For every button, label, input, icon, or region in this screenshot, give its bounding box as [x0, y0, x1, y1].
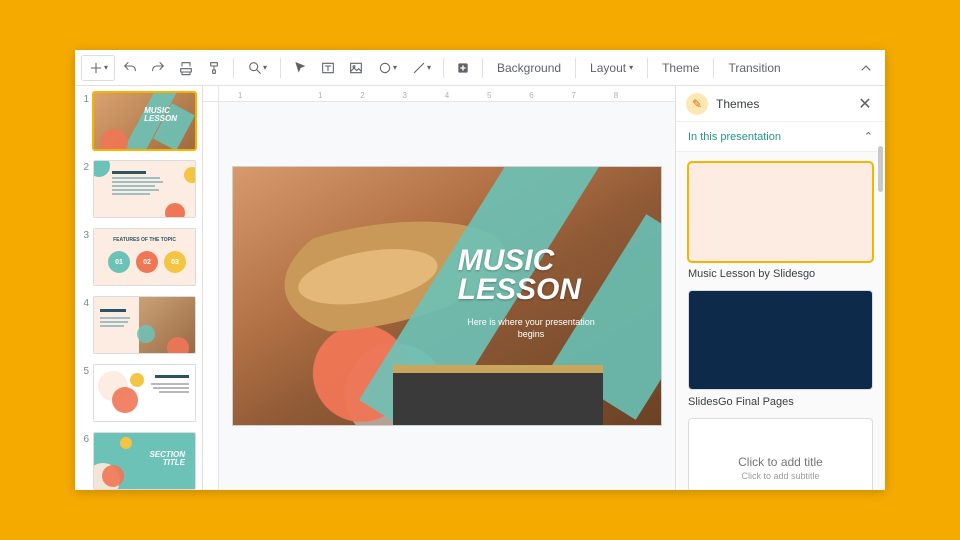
- layout-button[interactable]: Layout▾: [582, 55, 641, 81]
- slide-number: 3: [79, 228, 89, 241]
- transition-label: Transition: [728, 61, 780, 75]
- theme-button[interactable]: Theme: [654, 55, 707, 81]
- slide-thumbnail[interactable]: 6 SECTION TITLE: [79, 432, 196, 490]
- print-button[interactable]: [173, 55, 199, 81]
- slide-number: 2: [79, 160, 89, 173]
- thumb-title-2: LESSON: [144, 114, 177, 123]
- theme-placeholder-subtitle: Click to add subtitle: [741, 471, 819, 481]
- textbox-tool[interactable]: [315, 55, 341, 81]
- collapse-toolbar-button[interactable]: [853, 55, 879, 81]
- slide-thumbnail-panel[interactable]: 1 MUSIC LESSON 2: [75, 86, 203, 490]
- slide-title[interactable]: MUSIC LESSON: [458, 247, 581, 304]
- themes-section-label: In this presentation: [688, 131, 781, 143]
- slide-thumbnail[interactable]: 4: [79, 296, 196, 354]
- image-tool[interactable]: [343, 55, 369, 81]
- theme-card[interactable]: SlidesGo Final Pages: [688, 290, 873, 408]
- slide-editor[interactable]: 1 12 34 56 78 MUSIC LESSON: [203, 86, 675, 490]
- themes-list[interactable]: Music Lesson by Slidesgo SlidesGo Final …: [676, 151, 885, 490]
- line-tool[interactable]: ▾: [405, 55, 437, 81]
- shape-tool[interactable]: ▾: [371, 55, 403, 81]
- select-tool[interactable]: [287, 55, 313, 81]
- toolbar: ▾ ▾ ▾ ▾: [75, 50, 885, 86]
- themes-header: ✎ Themes ✕: [676, 86, 885, 122]
- themes-title: Themes: [716, 97, 847, 111]
- vertical-ruler: [203, 102, 219, 490]
- close-themes-button[interactable]: ✕: [855, 94, 875, 114]
- slide-number: 6: [79, 432, 89, 445]
- transition-button[interactable]: Transition: [720, 55, 788, 81]
- slide-canvas[interactable]: MUSIC LESSON Here is where your presenta…: [232, 166, 662, 426]
- ruler-corner: [203, 86, 219, 102]
- background-label: Background: [497, 61, 561, 75]
- redo-button[interactable]: [145, 55, 171, 81]
- slide-thumbnail[interactable]: 1 MUSIC LESSON: [79, 92, 196, 150]
- theme-card[interactable]: Music Lesson by Slidesgo: [688, 162, 873, 280]
- chevron-up-icon: ⌃: [864, 130, 873, 143]
- themes-section-header[interactable]: In this presentation ⌃: [676, 122, 885, 151]
- paint-format-button[interactable]: [201, 55, 227, 81]
- new-slide-button[interactable]: ▾: [81, 55, 115, 81]
- palette-icon: ✎: [686, 93, 708, 115]
- slide-subtitle[interactable]: Here is where your presentation begins: [461, 317, 601, 340]
- slide-number: 5: [79, 364, 89, 377]
- background-button[interactable]: Background: [489, 55, 569, 81]
- zoom-button[interactable]: ▾: [240, 55, 274, 81]
- slide-number: 4: [79, 296, 89, 309]
- theme-label: Music Lesson by Slidesgo: [688, 268, 873, 280]
- horizontal-ruler: 1 12 34 56 78: [219, 86, 675, 102]
- main-area: 1 MUSIC LESSON 2: [75, 86, 885, 490]
- slides-app: ▾ ▾ ▾ ▾: [75, 50, 885, 490]
- slide-thumbnail[interactable]: 3 FEATURES OF THE TOPIC 01 02 03: [79, 228, 196, 286]
- themes-panel: ✎ Themes ✕ In this presentation ⌃ Music …: [675, 86, 885, 490]
- slide-thumbnail[interactable]: 5: [79, 364, 196, 422]
- layout-label: Layout: [590, 61, 626, 75]
- theme-placeholder-title: Click to add title: [738, 455, 823, 469]
- comment-button[interactable]: [450, 55, 476, 81]
- undo-button[interactable]: [117, 55, 143, 81]
- thumb3-heading: FEATURES OF THE TOPIC: [94, 237, 195, 243]
- theme-label: Theme: [662, 61, 699, 75]
- slide-number: 1: [79, 92, 89, 105]
- theme-card[interactable]: Click to add title Click to add subtitle: [688, 418, 873, 490]
- scrollbar-thumb[interactable]: [878, 146, 883, 192]
- slide-thumbnail[interactable]: 2: [79, 160, 196, 218]
- slide-image-amp: [393, 365, 603, 425]
- theme-label: SlidesGo Final Pages: [688, 396, 873, 408]
